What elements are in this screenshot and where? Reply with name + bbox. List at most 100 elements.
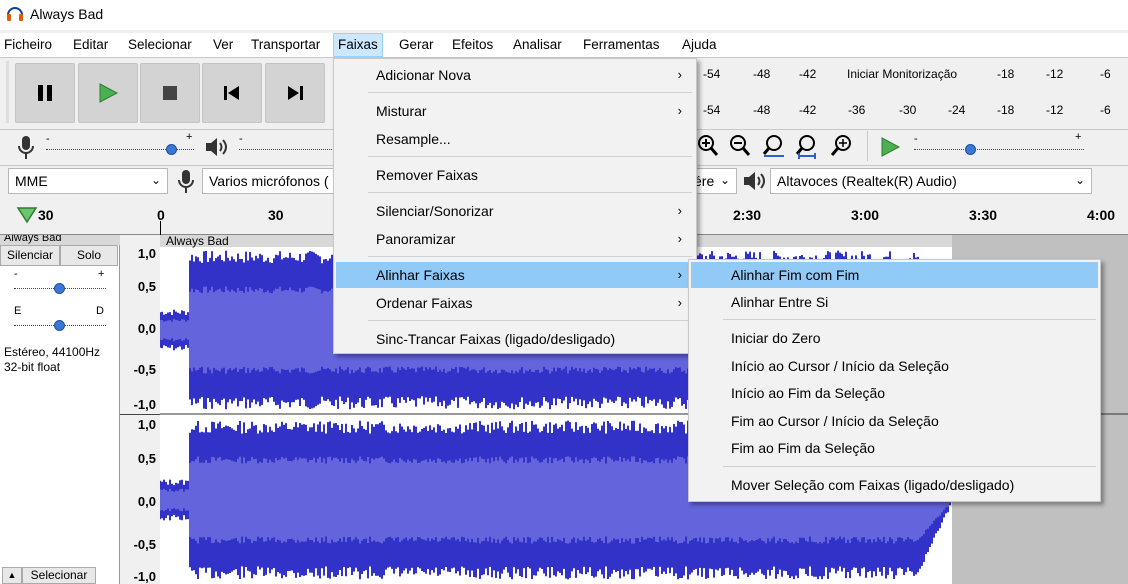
- pause-icon: [38, 85, 52, 101]
- mute-button[interactable]: Silenciar: [0, 245, 60, 266]
- pan-left-label: E: [14, 305, 22, 317]
- play-button[interactable]: [78, 63, 138, 123]
- menu-ferramentas[interactable]: Ferramentas: [579, 33, 664, 57]
- faixas-menu: Adicionar Nova › Misturar › Resample... Re…: [333, 58, 697, 354]
- meter-tick: -48: [753, 103, 771, 117]
- record-volume-knob[interactable]: [166, 144, 177, 155]
- menu-editar[interactable]: Editar: [69, 33, 112, 57]
- menu-item-inicio-ao-cursor[interactable]: Início ao Cursor / Início da Seleção: [691, 353, 1098, 379]
- scale-label: 0,5: [137, 451, 156, 466]
- zoom-toggle-icon[interactable]: [830, 134, 854, 158]
- meter-tick: -54: [703, 67, 721, 81]
- ruler-tick: 4:00: [1087, 207, 1116, 223]
- track-name: Always Bad: [4, 235, 62, 244]
- menu-item-mover-selecao[interactable]: Mover Seleção com Faixas (ligado/desliga…: [691, 472, 1098, 498]
- skip-to-start-button[interactable]: [202, 63, 262, 123]
- menu-item-remover-faixas[interactable]: Remover Faixas: [336, 162, 694, 188]
- scale-label: 0,0: [137, 494, 156, 509]
- meter-tick: -24: [948, 103, 966, 117]
- menu-item-adicionar-nova[interactable]: Adicionar Nova ›: [336, 62, 694, 88]
- menu-separator: [368, 320, 692, 321]
- recording-device-select[interactable]: Varios micrófonos (: [202, 168, 342, 194]
- record-meter-scale[interactable]: -54 -48 -42 Iniciar Monitorização -18 -1…: [695, 67, 1128, 83]
- menu-item-panoramizar[interactable]: Panoramizar ›: [336, 226, 694, 252]
- pause-button[interactable]: [15, 63, 75, 123]
- audio-host-value: MME: [15, 173, 48, 189]
- meter-tick: -12: [1046, 67, 1064, 81]
- menu-item-inicio-ao-fim-selecao[interactable]: Início ao Fim da Seleção: [691, 380, 1098, 406]
- chevron-right-icon: ›: [677, 295, 682, 310]
- track-control-panel: Always Bad Silenciar Solo - + E D Estére…: [0, 235, 120, 584]
- menu-ficheiro[interactable]: Ficheiro: [0, 33, 56, 57]
- speed-min: -: [914, 133, 918, 145]
- meter-tick: -18: [997, 67, 1015, 81]
- toolbar-grip: [6, 61, 9, 123]
- ruler-zero-mark: [160, 221, 161, 235]
- menu-item-alinhar-entre-si[interactable]: Alinhar Entre Si: [691, 289, 1098, 315]
- menu-analisar[interactable]: Analisar: [509, 33, 566, 57]
- playback-volume-slider[interactable]: [239, 149, 334, 150]
- menu-item-alinhar-fim-com-fim[interactable]: Alinhar Fim com Fim: [691, 262, 1098, 288]
- pinned-play-head-icon[interactable]: [16, 206, 38, 224]
- window-title: Always Bad: [30, 6, 104, 22]
- menu-item-ordenar-faixas[interactable]: Ordenar Faixas ›: [336, 290, 694, 316]
- fit-project-icon[interactable]: [795, 134, 819, 160]
- gain-knob[interactable]: [54, 283, 65, 294]
- menu-item-iniciar-do-zero[interactable]: Iniciar do Zero: [691, 325, 1098, 351]
- audio-host-select[interactable]: MME ⌄: [8, 168, 168, 194]
- chevron-right-icon: ›: [677, 67, 682, 82]
- meter-monitor-label[interactable]: Iniciar Monitorização: [847, 67, 957, 81]
- scale-label: -1,0: [133, 397, 156, 412]
- speaker-icon: [744, 172, 765, 190]
- menu-item-fim-ao-fim-selecao[interactable]: Fim ao Fim da Seleção: [691, 435, 1098, 461]
- collapse-track-button[interactable]: ▲: [2, 567, 22, 584]
- chevron-down-icon: ⌄: [719, 173, 730, 187]
- menu-item-fim-ao-cursor[interactable]: Fim ao Cursor / Início da Seleção: [691, 408, 1098, 434]
- menu-ver[interactable]: Ver: [209, 33, 237, 57]
- meter-tick: -6: [1100, 67, 1111, 81]
- scale-label: 1,0: [137, 417, 156, 432]
- fit-selection-icon[interactable]: [762, 134, 786, 160]
- menu-item-misturar[interactable]: Misturar ›: [336, 98, 694, 124]
- ruler-tick: 3:00: [851, 207, 880, 223]
- stop-button[interactable]: [140, 63, 200, 123]
- play-speed-slider[interactable]: [914, 149, 1084, 150]
- menu-transportar[interactable]: Transportar: [247, 33, 324, 57]
- meter-tick: -42: [799, 103, 817, 117]
- playback-device-select[interactable]: Altavoces (Realtek(R) Audio) ⌄: [770, 168, 1092, 194]
- track-name-button[interactable]: Always Bad: [0, 235, 120, 245]
- menu-separator: [368, 256, 692, 257]
- meter-tick: -12: [1046, 103, 1064, 117]
- meter-tick: -30: [899, 103, 917, 117]
- scale-label: -0,5: [133, 537, 156, 552]
- menu-selecionar[interactable]: Selecionar: [124, 33, 196, 57]
- gain-max-label: +: [98, 268, 105, 280]
- chevron-right-icon: ›: [677, 231, 682, 246]
- zoom-in-icon[interactable]: [697, 134, 719, 158]
- menu-ajuda[interactable]: Ajuda: [678, 33, 721, 57]
- menu-separator: [368, 156, 692, 157]
- zoom-out-icon[interactable]: [729, 134, 751, 158]
- menu-item-alinhar-faixas[interactable]: Alinhar Faixas ›: [336, 262, 694, 288]
- scale-label: -0,5: [133, 362, 156, 377]
- meter-tick: -6: [1100, 103, 1111, 117]
- select-track-button[interactable]: Selecionar: [22, 567, 96, 584]
- menu-efeitos[interactable]: Efeitos: [448, 33, 497, 57]
- ruler-tick: 30: [38, 207, 54, 223]
- audacity-logo-icon: [7, 7, 23, 21]
- playback-meter-scale[interactable]: -54 -48 -42 -36 -30 -24 -18 -12 -6: [695, 103, 1128, 119]
- menu-faixas[interactable]: Faixas: [333, 33, 383, 57]
- record-volume-max: +: [186, 131, 193, 143]
- play-speed-knob[interactable]: [965, 144, 976, 155]
- menu-item-resample[interactable]: Resample...: [336, 126, 694, 152]
- play-at-speed-icon[interactable]: [879, 136, 901, 158]
- pan-knob[interactable]: [54, 320, 65, 331]
- skip-to-end-button[interactable]: [265, 63, 325, 123]
- ruler-tick: 2:30: [733, 207, 762, 223]
- menu-item-silenciar-sonorizar[interactable]: Silenciar/Sonorizar ›: [336, 198, 694, 224]
- menu-gerar[interactable]: Gerar: [395, 33, 438, 57]
- menu-item-sinc-trancar[interactable]: Sinc-Trancar Faixas (ligado/desligado): [336, 326, 694, 352]
- meter-tick: -48: [753, 67, 771, 81]
- solo-button[interactable]: Solo: [60, 245, 118, 266]
- chevron-right-icon: ›: [677, 103, 682, 118]
